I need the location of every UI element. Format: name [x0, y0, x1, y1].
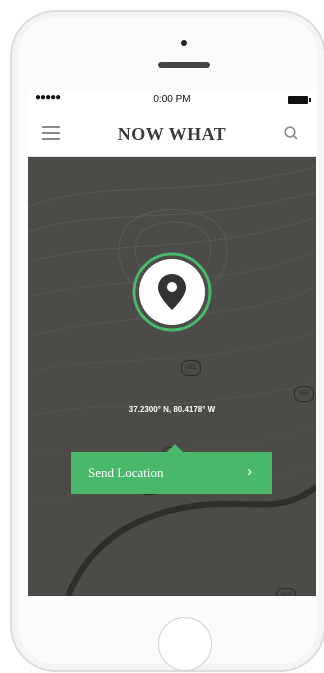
app-title: NOW WHAT [117, 124, 227, 144]
coordinates-label: 37.2300° N, 80.4178° W [128, 405, 216, 414]
battery-icon [288, 96, 311, 104]
status-bar: ●●●●● 0:00 PM [28, 90, 316, 110]
chevron-right-icon: › [247, 463, 252, 480]
road-marker: 650 [276, 588, 296, 596]
current-location-marker[interactable] [132, 252, 212, 332]
home-button[interactable] [158, 617, 212, 671]
send-location-label: Send Location [88, 465, 164, 480]
send-location-button[interactable]: Send Location › [71, 444, 272, 494]
topographic-map[interactable]: 281 655 744 653 650 37.2300° N, 80.4178°… [28, 157, 316, 596]
top-navbar: NOW WHAT [28, 110, 316, 157]
speaker [158, 62, 210, 68]
camera [181, 40, 187, 46]
location-pin-icon [132, 252, 212, 332]
search-icon[interactable] [284, 126, 298, 140]
map-contours [28, 166, 316, 596]
road-marker: 655 [294, 386, 314, 402]
road-marker: 281 [181, 360, 201, 376]
status-time: 0:00 PM [153, 94, 191, 105]
app-screen: ●●●●● 0:00 PM NOW WHAT 281 655 650 37.23… [28, 90, 316, 596]
